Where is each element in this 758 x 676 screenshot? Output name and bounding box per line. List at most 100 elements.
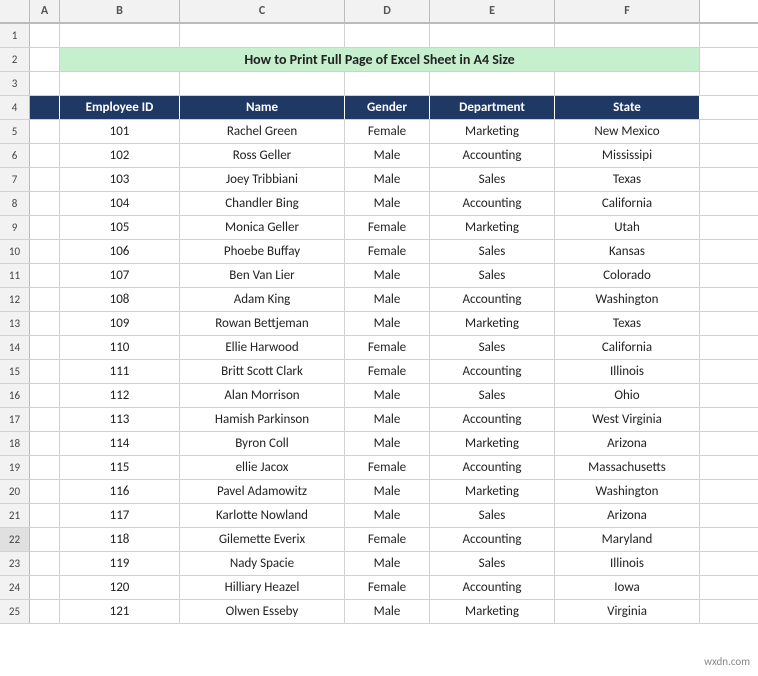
cell-b[interactable]: 112	[60, 384, 180, 407]
cell-e[interactable]: Marketing	[430, 600, 555, 623]
grid-row[interactable]: 22118Gilemette EverixFemaleAccountingMar…	[0, 528, 758, 552]
cell-d[interactable]: Male	[345, 144, 430, 167]
cell-d[interactable]: Male	[345, 504, 430, 527]
cell-c[interactable]: Nady Spacie	[180, 552, 345, 575]
col-f-header[interactable]: F	[555, 0, 700, 22]
cell-f[interactable]: New Mexico	[555, 120, 700, 143]
cell-d[interactable]: Male	[345, 192, 430, 215]
cell-f[interactable]: California	[555, 336, 700, 359]
cell-c[interactable]: Name	[180, 96, 345, 119]
cell-f[interactable]: State	[555, 96, 700, 119]
cell-d[interactable]	[345, 24, 430, 47]
cell-f[interactable]: Maryland	[555, 528, 700, 551]
cell-c[interactable]: Gilemette Everix	[180, 528, 345, 551]
cell-e[interactable]: Sales	[430, 336, 555, 359]
cell-e[interactable]: Sales	[430, 240, 555, 263]
cell-f[interactable]: Arizona	[555, 504, 700, 527]
cell-e[interactable]: Marketing	[430, 312, 555, 335]
cell-a[interactable]	[30, 240, 60, 263]
cell-d[interactable]: Male	[345, 288, 430, 311]
cell-e[interactable]: Accounting	[430, 288, 555, 311]
cell-f[interactable]: Arizona	[555, 432, 700, 455]
cell-a[interactable]	[30, 144, 60, 167]
grid-row[interactable]: 16112Alan MorrisonMaleSalesOhio	[0, 384, 758, 408]
grid-row[interactable]: 2How to Print Full Page of Excel Sheet i…	[0, 48, 758, 72]
cell-a[interactable]	[30, 480, 60, 503]
cell-e[interactable]: Marketing	[430, 216, 555, 239]
cell-a[interactable]	[30, 552, 60, 575]
grid-row[interactable]: 6102Ross GellerMaleAccountingMississipi	[0, 144, 758, 168]
cell-b[interactable]: 103	[60, 168, 180, 191]
cell-c[interactable]	[180, 24, 345, 47]
cell-e[interactable]: Sales	[430, 264, 555, 287]
cell-b[interactable]: 120	[60, 576, 180, 599]
cell-b[interactable]: 101	[60, 120, 180, 143]
cell-f[interactable]: Texas	[555, 312, 700, 335]
cell-a[interactable]	[30, 288, 60, 311]
grid-row[interactable]: 12108Adam KingMaleAccountingWashington	[0, 288, 758, 312]
cell-c[interactable]: Olwen Esseby	[180, 600, 345, 623]
cell-b[interactable]	[60, 24, 180, 47]
cell-d[interactable]: Male	[345, 312, 430, 335]
cell-a[interactable]	[30, 264, 60, 287]
cell-f[interactable]: Utah	[555, 216, 700, 239]
cell-e[interactable]: Marketing	[430, 432, 555, 455]
grid-row[interactable]: 18114Byron CollMaleMarketingArizona	[0, 432, 758, 456]
cell-f[interactable]: Texas	[555, 168, 700, 191]
cell-c[interactable]: Hilliary Heazel	[180, 576, 345, 599]
col-c-header[interactable]: C	[180, 0, 345, 22]
cell-c[interactable]: Joey Tribbiani	[180, 168, 345, 191]
cell-a[interactable]	[30, 24, 60, 47]
grid-row[interactable]: 1	[0, 24, 758, 48]
cell-a[interactable]	[30, 216, 60, 239]
cell-d[interactable]: Male	[345, 600, 430, 623]
cell-a[interactable]	[30, 576, 60, 599]
cell-d[interactable]: Female	[345, 528, 430, 551]
cell-e[interactable]: Accounting	[430, 576, 555, 599]
cell-e[interactable]	[430, 72, 555, 95]
cell-f[interactable]: West Virginia	[555, 408, 700, 431]
cell-d[interactable]: Male	[345, 480, 430, 503]
cell-b[interactable]: 102	[60, 144, 180, 167]
col-b-header[interactable]: B	[60, 0, 180, 22]
cell-e[interactable]: Accounting	[430, 192, 555, 215]
cell-f[interactable]: Massachusetts	[555, 456, 700, 479]
cell-c[interactable]: Ellie Harwood	[180, 336, 345, 359]
cell-c[interactable]: Monica Geller	[180, 216, 345, 239]
cell-f[interactable]: Illinois	[555, 360, 700, 383]
cell-c[interactable]: Karlotte Nowland	[180, 504, 345, 527]
cell-c[interactable]: Chandler Bing	[180, 192, 345, 215]
cell-d[interactable]: Male	[345, 168, 430, 191]
cell-c[interactable]: Pavel Adamowitz	[180, 480, 345, 503]
cell-a[interactable]	[30, 96, 60, 119]
cell-a[interactable]	[30, 312, 60, 335]
cell-c[interactable]: Adam King	[180, 288, 345, 311]
cell-d[interactable]: Female	[345, 120, 430, 143]
cell-f[interactable]: Ohio	[555, 384, 700, 407]
cell-d[interactable]: Male	[345, 384, 430, 407]
grid-row[interactable]: 8104Chandler BingMaleAccountingCaliforni…	[0, 192, 758, 216]
cell-a[interactable]	[30, 504, 60, 527]
cell-c[interactable]: Byron Coll	[180, 432, 345, 455]
grid-row[interactable]: 21117Karlotte NowlandMaleSalesArizona	[0, 504, 758, 528]
cell-f[interactable]: Virginia	[555, 600, 700, 623]
cell-c[interactable]: Ross Geller	[180, 144, 345, 167]
cell-b[interactable]: 107	[60, 264, 180, 287]
cell-b[interactable]: 115	[60, 456, 180, 479]
cell-a[interactable]	[30, 432, 60, 455]
cell-b[interactable]: 104	[60, 192, 180, 215]
col-e-header[interactable]: E	[430, 0, 555, 22]
cell-a[interactable]	[30, 360, 60, 383]
cell-b[interactable]: 105	[60, 216, 180, 239]
cell-b[interactable]: 113	[60, 408, 180, 431]
cell-d[interactable]: Male	[345, 264, 430, 287]
cell-d[interactable]: Female	[345, 216, 430, 239]
cell-f[interactable]	[555, 24, 700, 47]
cell-c[interactable]: Rowan Bettjeman	[180, 312, 345, 335]
cell-d[interactable]	[345, 72, 430, 95]
cell-a[interactable]	[30, 528, 60, 551]
cell-b[interactable]: 118	[60, 528, 180, 551]
cell-b[interactable]: 110	[60, 336, 180, 359]
cell-c[interactable]: ellie Jacox	[180, 456, 345, 479]
cell-e[interactable]: Sales	[430, 384, 555, 407]
